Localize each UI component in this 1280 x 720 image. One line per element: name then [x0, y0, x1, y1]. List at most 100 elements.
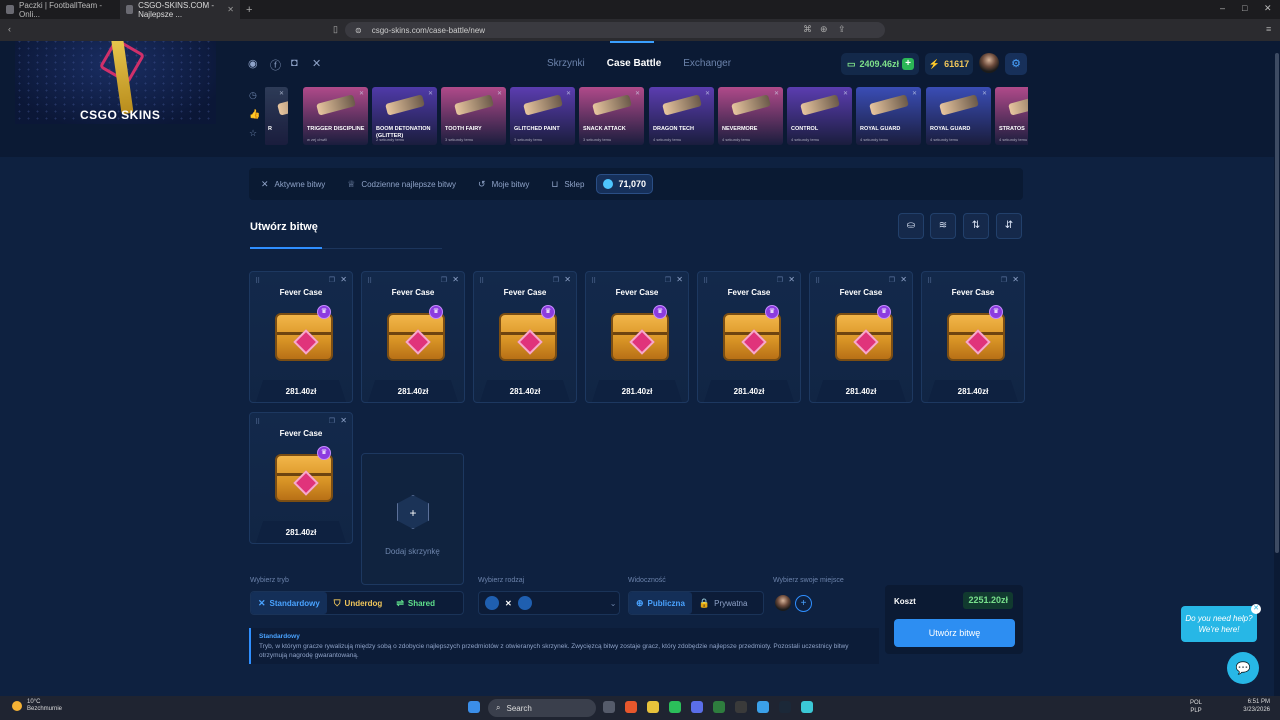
case-card[interactable]: ⠿ ❐ ✕ Fever Case ♛ 281.40zł: [361, 271, 465, 403]
case-card[interactable]: ⠿ ❐ ✕ Fever Case ♛ 281.40zł: [473, 271, 577, 403]
add-case-button[interactable]: + Dodaj skrzynkę: [361, 453, 464, 585]
thumbs-up-icon[interactable]: 👍: [249, 109, 260, 120]
visibility-private[interactable]: 🔒 Prywatna: [692, 592, 755, 614]
seat-avatar[interactable]: [775, 595, 791, 611]
share-icon[interactable]: ⇪: [838, 24, 846, 35]
minimize-button[interactable]: –: [1220, 3, 1225, 13]
type-selector[interactable]: ✕ ⌄: [478, 591, 620, 615]
task-view-icon[interactable]: [603, 701, 615, 713]
nav-case-battle[interactable]: Case Battle: [607, 58, 661, 69]
drag-handle-icon[interactable]: ⠿: [591, 277, 596, 285]
spotify-icon[interactable]: [669, 701, 681, 713]
app-icon[interactable]: [801, 701, 813, 713]
cases-icon[interactable]: ⛀: [898, 213, 924, 239]
close-icon[interactable]: ✕: [1251, 604, 1261, 614]
case-card[interactable]: ⠿ ❐ ✕ Fever Case ♛ 281.40zł: [249, 271, 353, 403]
live-drop-item[interactable]: ✕ BOOM DETONATION (GLITTER) 2 sekundy temu: [372, 87, 437, 145]
add-seat-icon[interactable]: +: [795, 595, 812, 612]
chrome-icon[interactable]: [757, 701, 769, 713]
nav-skrzynki[interactable]: Skrzynki: [547, 58, 585, 69]
remove-case-icon[interactable]: ✕: [788, 275, 795, 284]
remove-case-icon[interactable]: ✕: [676, 275, 683, 284]
nav-exchanger[interactable]: Exchanger: [683, 58, 731, 69]
copy-icon[interactable]: ❐: [329, 417, 335, 425]
subnav-daily-best[interactable]: ♕ Codzienne najlepsze bitwy: [347, 179, 456, 190]
balance-display[interactable]: ▭ 2409.46zł +: [841, 53, 919, 75]
zoom-icon[interactable]: ⊕: [820, 24, 828, 35]
gear-icon[interactable]: ⚙: [1005, 53, 1027, 75]
case-card[interactable]: ⠿ ❐ ✕ Fever Case ♛ 281.40zł: [809, 271, 913, 403]
copy-icon[interactable]: ❐: [329, 276, 335, 284]
discord-icon[interactable]: ◉: [248, 57, 258, 70]
scrollbar-thumb[interactable]: [1275, 53, 1279, 553]
discord-taskbar-icon[interactable]: [691, 701, 703, 713]
mode-shared[interactable]: ⇌ Shared: [389, 592, 442, 614]
taskbar-search[interactable]: ⌕ Search: [488, 699, 596, 717]
new-tab-button[interactable]: +: [240, 4, 258, 16]
live-drop-item[interactable]: ✕ DRAGON TECH 4 sekundy temu: [649, 87, 714, 145]
instagram-icon[interactable]: ◘: [291, 57, 298, 69]
live-drop-item[interactable]: ✕ R: [265, 87, 288, 145]
back-icon[interactable]: ‹: [8, 24, 11, 34]
add-funds-button[interactable]: +: [902, 58, 914, 70]
drag-handle-icon[interactable]: ⠿: [367, 277, 372, 285]
subnav-active-battles[interactable]: ✕ Aktywne bitwy: [261, 179, 325, 190]
coins-display[interactable]: ⚡ 61617: [925, 53, 973, 75]
excel-icon[interactable]: [713, 701, 725, 713]
star-icon[interactable]: ☆: [249, 128, 260, 139]
drag-handle-icon[interactable]: ⠿: [815, 277, 820, 285]
close-window-button[interactable]: ✕: [1264, 3, 1272, 14]
translate-icon[interactable]: ⌘: [803, 24, 812, 35]
subnav-shop[interactable]: ⊔ Sklep: [551, 179, 584, 190]
facebook-icon[interactable]: ⓕ: [270, 57, 281, 73]
logo[interactable]: CSGO SKINS: [15, 41, 216, 124]
live-drop-item[interactable]: ✕ GLITCHED PAINT 3 sekundy temu: [510, 87, 575, 145]
remove-case-icon[interactable]: ✕: [1012, 275, 1019, 284]
remove-case-icon[interactable]: ✕: [564, 275, 571, 284]
weather-widget[interactable]: 10°C Bezchmurnie: [12, 699, 62, 713]
gems-balance[interactable]: 71,070: [596, 174, 653, 194]
file-explorer-icon[interactable]: [647, 701, 659, 713]
copy-icon[interactable]: ❐: [777, 276, 783, 284]
drag-handle-icon[interactable]: ⠿: [703, 277, 708, 285]
chat-icon[interactable]: 💬: [1227, 652, 1259, 684]
live-drop-item[interactable]: ✕ NEVERMORE 4 sekundy temu: [718, 87, 783, 145]
tab-close-icon[interactable]: ✕: [227, 5, 234, 14]
windows-start-icon[interactable]: [468, 701, 480, 713]
live-drop-item[interactable]: ✕ TRIGGER DISCIPLINE w zej chwili: [303, 87, 368, 145]
visibility-public[interactable]: ⊕ Publiczna: [629, 592, 692, 614]
remove-case-icon[interactable]: ✕: [340, 275, 347, 284]
menu-icon[interactable]: ≡: [1266, 24, 1271, 34]
live-drop-item[interactable]: ✕STRATOS4 sekundy temu: [995, 87, 1028, 145]
copy-icon[interactable]: ❐: [665, 276, 671, 284]
layers-icon[interactable]: ≋: [930, 213, 956, 239]
sort-desc-icon[interactable]: ⇵: [996, 213, 1022, 239]
drag-handle-icon[interactable]: ⠿: [255, 277, 260, 285]
drag-handle-icon[interactable]: ⠿: [479, 277, 484, 285]
live-drop-item[interactable]: ✕ TOOTH FAIRY 3 sekundy temu: [441, 87, 506, 145]
clock[interactable]: 6:51 PM 3/23/2026: [1243, 698, 1270, 714]
x-icon[interactable]: ✕: [312, 57, 321, 70]
browser-tab-2[interactable]: CSGO-SKINS.COM - Najlepsze ... ✕: [120, 0, 240, 19]
clock-icon[interactable]: ◷: [249, 90, 260, 101]
copy-icon[interactable]: ❐: [1001, 276, 1007, 284]
remove-case-icon[interactable]: ✕: [900, 275, 907, 284]
case-card[interactable]: ⠿ ❐ ✕ Fever Case ♛ 281.40zł: [585, 271, 689, 403]
case-card[interactable]: ⠿ ❐ ✕ Fever Case ♛ 281.40zł: [921, 271, 1025, 403]
drag-handle-icon[interactable]: ⠿: [927, 277, 932, 285]
live-drop-item[interactable]: ✕ ROYAL GUARD 4 sekundy temu: [926, 87, 991, 145]
avatar[interactable]: [979, 53, 999, 73]
remove-case-icon[interactable]: ✕: [340, 416, 347, 425]
drag-handle-icon[interactable]: ⠿: [255, 418, 260, 426]
create-battle-button[interactable]: Utwórz bitwę: [894, 619, 1015, 647]
steam-icon[interactable]: [779, 701, 791, 713]
sort-asc-icon[interactable]: ⇅: [963, 213, 989, 239]
bookmark-icon[interactable]: ▯: [333, 24, 338, 35]
mode-underdog[interactable]: ⛉ Underdog: [327, 592, 390, 614]
mode-standard[interactable]: ✕ Standardowy: [251, 592, 327, 614]
subnav-my-battles[interactable]: ↺ Moje bitwy: [478, 179, 529, 190]
copy-icon[interactable]: ❐: [441, 276, 447, 284]
case-card[interactable]: ⠿ ❐ ✕ Fever Case ♛ 281.40zł: [249, 412, 353, 544]
case-card[interactable]: ⠿ ❐ ✕ Fever Case ♛ 281.40zł: [697, 271, 801, 403]
browser-tab-1[interactable]: Paczki | FootballTeam - Onli...: [0, 0, 120, 19]
